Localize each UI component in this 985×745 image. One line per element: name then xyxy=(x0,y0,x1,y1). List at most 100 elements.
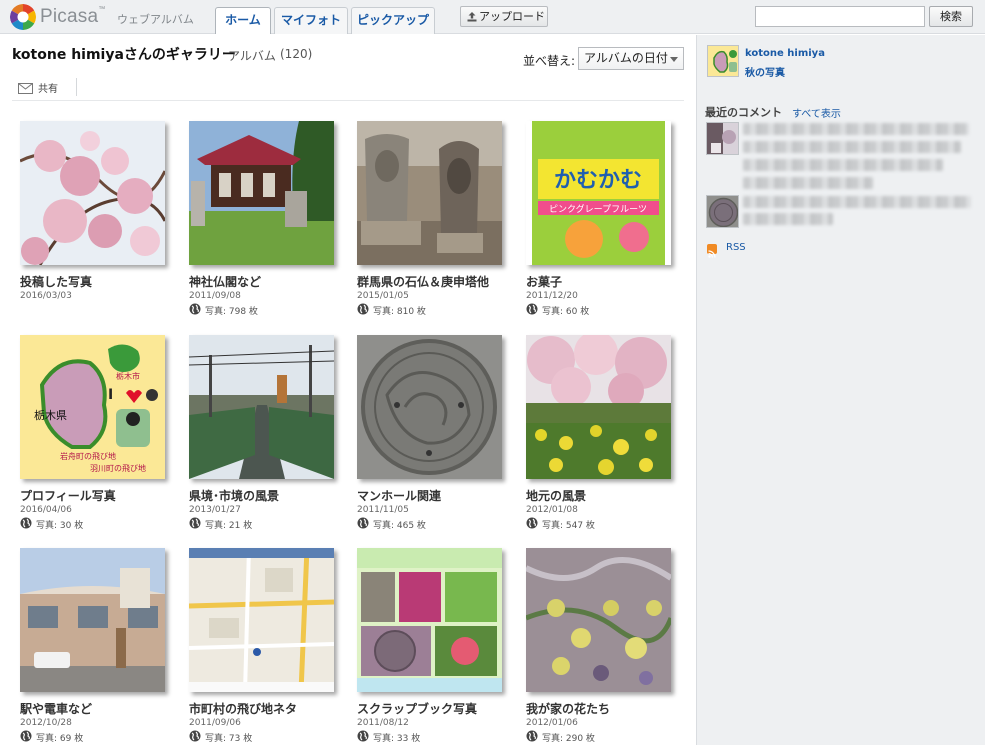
globe-icon xyxy=(357,730,369,742)
album-date: 2011/09/06 xyxy=(189,718,241,728)
album-date: 2012/01/06 xyxy=(526,718,578,728)
globe-icon xyxy=(20,517,32,529)
album-title[interactable]: プロフィール写真 xyxy=(20,487,116,504)
show-all-comments-link[interactable]: すべて表示 xyxy=(792,105,841,120)
album-photo-count: 写真: 69 枚 xyxy=(36,734,84,744)
globe-icon xyxy=(526,517,538,529)
album-thumbnail[interactable] xyxy=(20,548,165,692)
top-bar: Picasa™ ウェブアルバム ホーム マイフォト ピックアップ アップロード … xyxy=(0,0,985,34)
featured-album-link[interactable]: 秋の写真 xyxy=(745,64,785,79)
brand-trademark: ™ xyxy=(98,6,106,13)
comment-text-redacted xyxy=(743,159,943,171)
album-date: 2011/08/12 xyxy=(357,718,409,728)
sort-label: 並べ替え: xyxy=(523,54,576,68)
album-thumbnail[interactable] xyxy=(526,335,671,479)
globe-icon xyxy=(357,303,369,315)
album-date: 2012/01/08 xyxy=(526,505,578,515)
tab-pickup[interactable]: ピックアップ xyxy=(351,7,435,34)
upload-button[interactable]: アップロード xyxy=(460,6,548,27)
profile-love-text: I xyxy=(108,387,113,403)
rss-icon[interactable] xyxy=(707,244,717,258)
album-thumbnail[interactable] xyxy=(20,121,165,265)
chevron-down-icon xyxy=(670,57,678,62)
album-title[interactable]: 県境･市境の風景 xyxy=(189,487,279,504)
globe-icon xyxy=(526,730,538,742)
sort-dropdown[interactable]: アルバムの日付 xyxy=(578,47,684,70)
album-title[interactable]: 駅や電車など xyxy=(20,700,92,717)
profile-city-text: 栃木市 xyxy=(116,371,140,381)
album-title[interactable]: 群馬県の石仏＆庚申塔他 xyxy=(357,273,489,290)
globe-icon xyxy=(189,517,201,529)
featured-album-thumbnail[interactable] xyxy=(707,45,739,77)
sidebar: kotone himiya 秋の写真 最近のコメント すべて表示 RSS xyxy=(696,35,985,745)
album-thumbnail[interactable]: 栃木市 I 栃木県 岩舟町の飛び地 羽川町の飛び地 xyxy=(20,335,165,479)
comment-text-redacted xyxy=(743,196,971,208)
album-photo-count: 写真: 547 枚 xyxy=(542,521,595,531)
picasa-logo-icon[interactable] xyxy=(10,4,36,30)
upload-icon xyxy=(467,12,477,22)
brand-name: Picasa xyxy=(40,6,99,27)
comment-text-redacted xyxy=(743,123,969,135)
album-title[interactable]: 地元の風景 xyxy=(526,487,586,504)
album-photo-count: 写真: 798 枚 xyxy=(205,307,258,317)
globe-icon xyxy=(20,730,32,742)
album-thumbnail[interactable] xyxy=(357,548,502,692)
album-label: アルバム xyxy=(228,49,276,63)
album-title[interactable]: 神社仏閣など xyxy=(189,273,261,290)
album-thumbnail[interactable] xyxy=(357,335,502,479)
profile-town2-text: 羽川町の飛び地 xyxy=(90,463,146,473)
globe-icon xyxy=(357,517,369,529)
candy-brand-text: かむかむ xyxy=(554,168,642,193)
album-title[interactable]: 我が家の花たち xyxy=(526,700,610,717)
globe-icon xyxy=(189,303,201,315)
comment-thumbnail[interactable] xyxy=(706,195,739,228)
upload-label: アップロード xyxy=(479,10,545,23)
mail-icon xyxy=(18,83,33,94)
search-button[interactable]: 検索 xyxy=(929,6,973,27)
album-title[interactable]: スクラップブック写真 xyxy=(357,700,477,717)
album-date: 2016/04/06 xyxy=(20,505,72,515)
gallery-title: kotone himiyaさんのギャラリー xyxy=(12,47,236,63)
album-thumbnail[interactable] xyxy=(526,548,671,692)
rss-link[interactable]: RSS xyxy=(726,242,746,253)
recent-comments-heading: 最近のコメント xyxy=(705,106,782,119)
globe-icon xyxy=(526,303,538,315)
comment-thumbnail[interactable] xyxy=(706,122,739,155)
album-photo-count: 写真: 810 枚 xyxy=(373,307,426,317)
album-date: 2012/10/28 xyxy=(20,718,72,728)
album-date: 2015/01/05 xyxy=(357,291,409,301)
album-photo-count: 写真: 73 枚 xyxy=(205,734,253,744)
album-thumbnail[interactable] xyxy=(189,548,334,692)
candy-flavor-text: ピンクグレープフルーツ xyxy=(549,203,647,215)
album-thumbnail[interactable] xyxy=(357,121,502,265)
album-date: 2016/03/03 xyxy=(20,291,72,301)
album-title[interactable]: 投稿した写真 xyxy=(20,273,92,290)
comment-text-redacted xyxy=(743,177,873,189)
album-thumbnail[interactable]: かむかむ ピンクグレープフルーツ xyxy=(526,121,671,265)
album-photo-count: 写真: 290 枚 xyxy=(542,734,595,744)
album-photo-count: 写真: 60 枚 xyxy=(542,307,590,317)
share-label: 共有 xyxy=(38,84,58,95)
album-title[interactable]: 市町村の飛び地ネタ xyxy=(189,700,297,717)
tab-home[interactable]: ホーム xyxy=(215,7,271,34)
search-input[interactable] xyxy=(755,6,925,27)
profile-pref-text: 栃木県 xyxy=(34,408,67,422)
album-title[interactable]: お菓子 xyxy=(526,273,562,290)
album-date: 2011/09/08 xyxy=(189,291,241,301)
header-divider xyxy=(12,100,684,101)
album-photo-count: 写真: 465 枚 xyxy=(373,521,426,531)
globe-icon xyxy=(189,730,201,742)
album-date: 2011/12/20 xyxy=(526,291,578,301)
comment-text-redacted xyxy=(743,141,961,153)
tab-my-photos[interactable]: マイフォト xyxy=(274,7,348,34)
album-count: (120) xyxy=(280,47,313,61)
album-thumbnail[interactable] xyxy=(189,335,334,479)
user-name-link[interactable]: kotone himiya xyxy=(745,48,825,59)
album-date: 2013/01/27 xyxy=(189,505,241,515)
album-photo-count: 写真: 33 枚 xyxy=(373,734,421,744)
album-title[interactable]: マンホール関連 xyxy=(357,487,441,504)
album-thumbnail[interactable] xyxy=(189,121,334,265)
brand-wordmark[interactable]: Picasa™ xyxy=(40,6,105,28)
comment-text-redacted xyxy=(743,213,833,225)
album-photo-count: 写真: 21 枚 xyxy=(205,521,253,531)
